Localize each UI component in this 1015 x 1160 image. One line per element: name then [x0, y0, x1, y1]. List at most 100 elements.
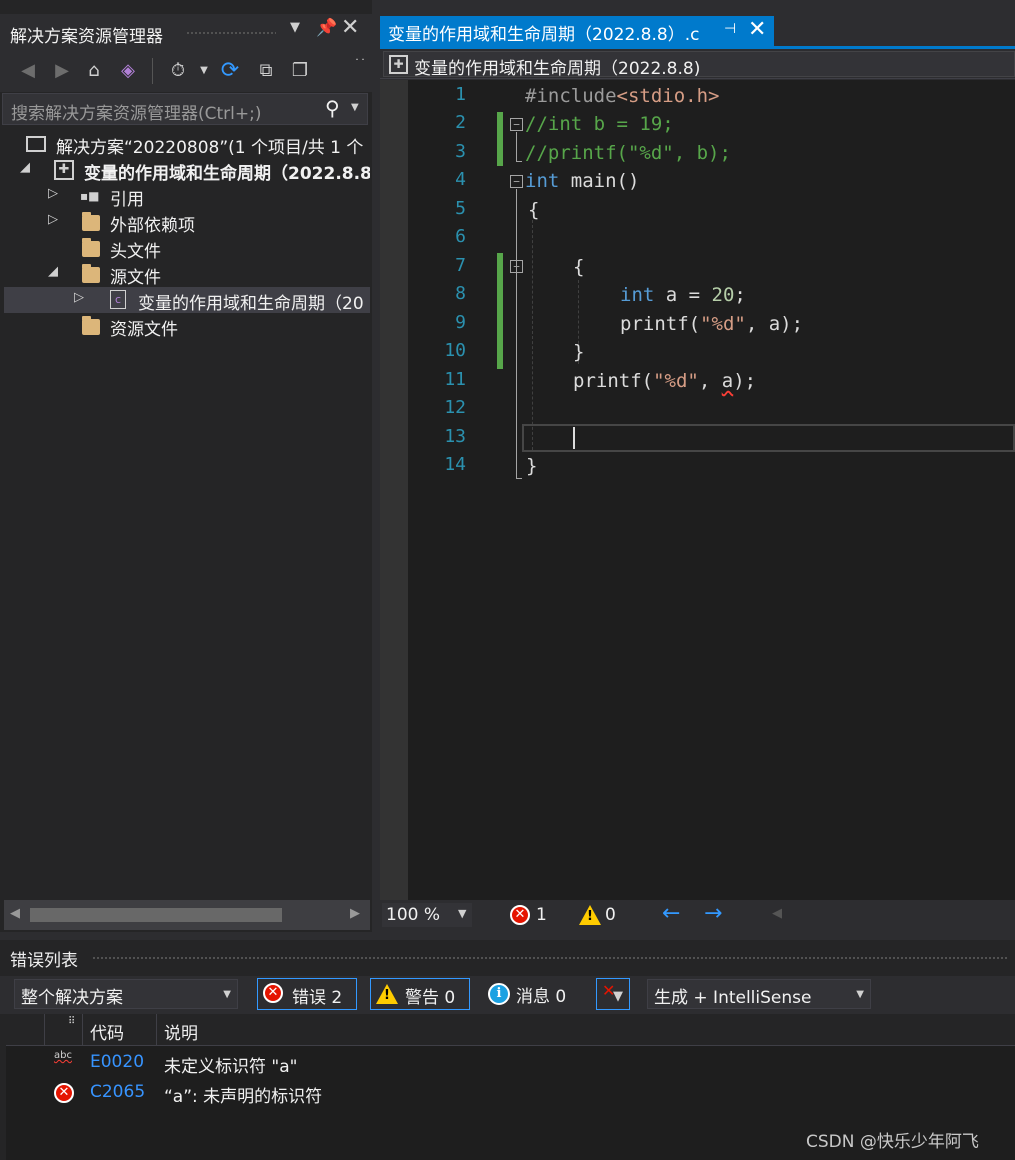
- outline-line: [516, 132, 517, 162]
- error-icon[interactable]: ✕: [510, 905, 530, 925]
- collapse-all-icon[interactable]: ⧉: [254, 59, 278, 83]
- project-dropdown[interactable]: ✚ 变量的作用域和生命周期（2022.8.8): [383, 51, 1015, 79]
- references-label: 引用: [110, 190, 144, 210]
- line-number: 2: [455, 112, 466, 133]
- window-menu-chevron-icon[interactable]: ▼: [290, 20, 300, 35]
- collapse-region-icon[interactable]: −: [510, 260, 523, 273]
- collapse-region-icon[interactable]: −: [510, 118, 523, 131]
- code-line: #include<stdio.h>: [525, 82, 719, 110]
- pin-icon[interactable]: 📌: [316, 18, 337, 38]
- warnings-filter-button[interactable]: ! 警告 0: [370, 978, 470, 1010]
- error-squiggle[interactable]: a: [722, 370, 733, 392]
- c-file-icon: c: [110, 290, 126, 309]
- keyword: int: [525, 170, 560, 192]
- tab-pin-icon[interactable]: ⊣: [724, 21, 736, 37]
- search-options-chevron-icon[interactable]: ▼: [351, 102, 359, 113]
- line-number: 4: [455, 169, 466, 190]
- source-file-label: 变量的作用域和生命周期（20: [138, 294, 364, 314]
- code-line: printf("%d", a);: [620, 310, 803, 338]
- resource-folder-icon: [82, 316, 100, 335]
- collapse-region-icon[interactable]: −: [510, 175, 523, 188]
- scroll-right-icon[interactable]: ▶: [350, 906, 360, 921]
- tree-item-resource-files[interactable]: 资源文件: [4, 313, 370, 340]
- string-literal: "%d": [653, 370, 699, 392]
- tree-item-external-deps[interactable]: ▷ 外部依赖项: [4, 209, 370, 236]
- search-placeholder: 搜索解决方案资源管理器(Ctrl+;): [11, 104, 262, 124]
- code-line: int main(): [525, 167, 639, 195]
- sort-icon[interactable]: ⠿: [68, 1016, 75, 1027]
- zoom-dropdown[interactable]: 100 % ▼: [382, 903, 472, 927]
- column-header-code[interactable]: 代码: [90, 1019, 124, 1044]
- solution-explorer-toolbar: ◀ ▶ ⌂ ◈ ⏱ ▼ ⟳ ⧉ ❐ ˙˙: [0, 50, 372, 92]
- string-literal: "%d": [700, 313, 746, 335]
- close-icon[interactable]: ✕: [341, 15, 359, 40]
- chevron-down-icon: ▼: [223, 989, 231, 1000]
- home-icon[interactable]: ⌂: [82, 59, 106, 83]
- line-number: 10: [444, 340, 466, 361]
- search-icon[interactable]: ⚲: [325, 96, 340, 120]
- error-count[interactable]: 1: [536, 905, 547, 925]
- error-icon: ✕: [263, 983, 283, 1003]
- line-number: 8: [455, 283, 466, 304]
- code-text: main(): [559, 170, 640, 192]
- tree-item-solution[interactable]: 解决方案“20220808”(1 个项目/共 1 个: [4, 131, 370, 158]
- column-separator: [82, 1014, 83, 1046]
- filter-dropdown-icon[interactable]: ▼: [192, 59, 216, 83]
- messages-filter-button[interactable]: i 消息 0: [486, 978, 586, 1010]
- scroll-left-icon[interactable]: ◀: [772, 906, 782, 921]
- warning-count[interactable]: 0: [605, 905, 616, 925]
- tree-item-header-files[interactable]: 头文件: [4, 235, 370, 262]
- error-code[interactable]: E0020: [90, 1052, 144, 1072]
- resource-files-label: 资源文件: [110, 320, 178, 340]
- collapsed-triangle-icon[interactable]: ▷: [48, 186, 58, 201]
- forward-icon[interactable]: ▶: [50, 59, 74, 83]
- error-row[interactable]: ✕ C2065 “a”: 未声明的标识符: [6, 1078, 1015, 1108]
- info-icon: i: [488, 983, 510, 1005]
- line-number: 6: [455, 226, 466, 247]
- document-tab-active[interactable]: 变量的作用域和生命周期（2022.8.8）.c ⊣ ✕: [380, 16, 774, 46]
- error-row[interactable]: abc E0020 未定义标识符 "a": [6, 1048, 1015, 1078]
- external-deps-label: 外部依赖项: [110, 216, 195, 236]
- code-editor[interactable]: 1 2 3 4 5 6 7 8 9 10 11 12 13 14 − − − #…: [380, 80, 1015, 900]
- warning-icon[interactable]: !: [579, 905, 601, 925]
- chevron-down-icon: ▼: [856, 989, 864, 1000]
- switch-views-icon[interactable]: ◈: [116, 59, 140, 83]
- error-circle-icon: ✕: [54, 1083, 74, 1103]
- error-code[interactable]: C2065: [90, 1082, 145, 1102]
- tree-item-project[interactable]: ◢ ✚ 变量的作用域和生命周期（2022.8.8: [4, 157, 370, 184]
- expanded-triangle-icon[interactable]: ◢: [48, 264, 58, 279]
- expanded-triangle-icon[interactable]: ◢: [20, 160, 30, 175]
- chevron-down-icon: ▼: [458, 907, 467, 920]
- refresh-icon[interactable]: ⟳: [218, 59, 242, 83]
- build-source-dropdown[interactable]: 生成 + IntelliSense ▼: [647, 979, 871, 1009]
- navigate-forward-icon[interactable]: →: [704, 901, 722, 926]
- scope-dropdown[interactable]: 整个解决方案 ▼: [14, 979, 238, 1009]
- scrollbar-thumb[interactable]: [30, 908, 282, 922]
- back-icon[interactable]: ◀: [16, 59, 40, 83]
- toolbar-overflow-icon[interactable]: ˙˙: [348, 52, 372, 76]
- solution-search-input[interactable]: 搜索解决方案资源管理器(Ctrl+;) ⚲ ▼: [2, 93, 368, 125]
- external-deps-folder-icon: [82, 212, 100, 231]
- show-all-files-icon[interactable]: ❐: [288, 59, 312, 83]
- current-line-highlight: [522, 424, 1015, 452]
- number-literal: 20: [711, 284, 735, 306]
- pending-changes-filter-icon[interactable]: ⏱: [166, 59, 190, 83]
- tree-item-source-file[interactable]: ▷ c 变量的作用域和生命周期（20: [4, 287, 370, 314]
- scroll-left-icon[interactable]: ◀: [10, 906, 20, 921]
- build-source-value: 生成 + IntelliSense: [654, 988, 812, 1008]
- code-line: //printf("%d", b);: [525, 142, 731, 164]
- horizontal-scrollbar[interactable]: ◀ ▶: [4, 900, 370, 930]
- collapsed-triangle-icon[interactable]: ▷: [48, 212, 58, 227]
- tab-close-icon[interactable]: ✕: [748, 17, 766, 42]
- code-line: }: [573, 341, 585, 363]
- errors-filter-label: 错误 2: [292, 988, 343, 1008]
- zoom-level: 100 %: [386, 905, 441, 925]
- include-header: <stdio.h>: [616, 85, 720, 107]
- errors-filter-button[interactable]: ✕ 错误 2: [257, 978, 357, 1010]
- tree-item-source-files[interactable]: ◢ 源文件: [4, 261, 370, 288]
- column-header-description[interactable]: 说明: [164, 1019, 198, 1044]
- clear-filter-button[interactable]: ✕ ▼: [596, 978, 630, 1010]
- navigate-back-icon[interactable]: ←: [662, 901, 680, 926]
- tree-item-references[interactable]: ▷ ▪■ 引用: [4, 183, 370, 210]
- collapsed-triangle-icon[interactable]: ▷: [74, 290, 84, 305]
